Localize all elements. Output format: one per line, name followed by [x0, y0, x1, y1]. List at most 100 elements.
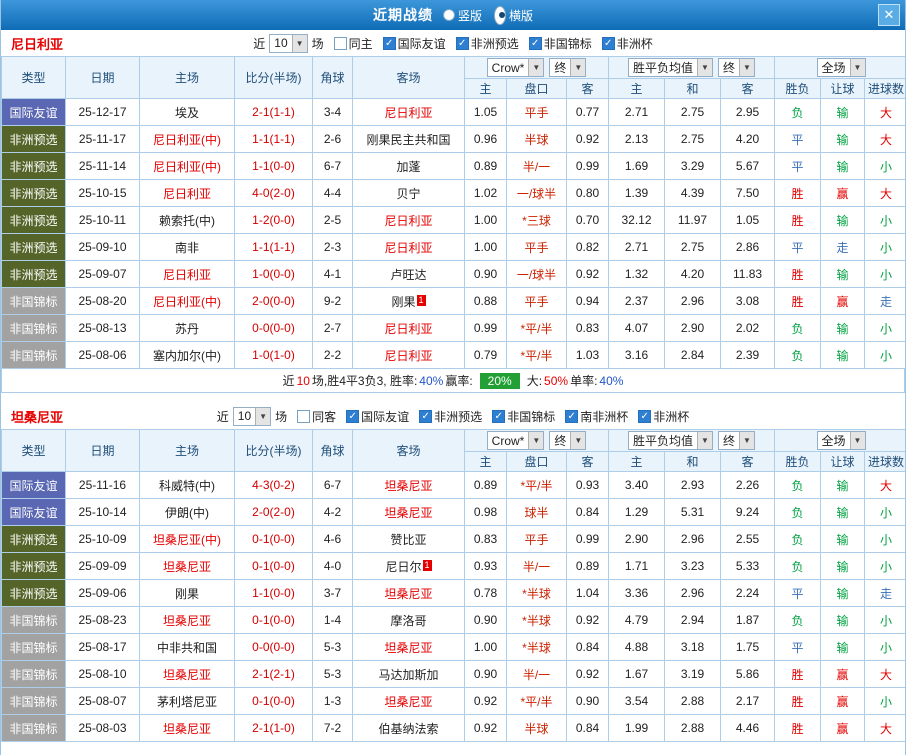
cell-avg-home: 1.39 — [608, 179, 665, 207]
cell-score: 1-0(1-0) — [234, 341, 313, 369]
avg-time-select[interactable]: 终 ▼ — [718, 431, 756, 450]
col-type: 类型 — [1, 56, 66, 99]
checkbox-icon[interactable]: ✓ — [419, 409, 433, 423]
cell-corners: 1-3 — [312, 687, 353, 715]
checkbox-icon[interactable]: ✓ — [601, 36, 615, 50]
cell-score: 0-1(0-0) — [234, 552, 313, 580]
cell-corners: 2-5 — [312, 206, 353, 234]
cell-date: 25-12-17 — [65, 98, 140, 126]
col-avg-home: 主 — [608, 78, 665, 99]
checkbox-label: 同主 — [348, 36, 373, 51]
col-handicap: 盘口 — [506, 78, 567, 99]
cell-odds-home: 0.93 — [464, 552, 507, 580]
col-goals: 进球数 — [864, 78, 905, 99]
radio-label: 竖版 — [457, 8, 482, 23]
checkbox-icon[interactable]: ✓ — [565, 409, 579, 423]
odds-company-select[interactable]: Crow* ▼ — [486, 58, 545, 77]
cell-avg-home: 1.99 — [608, 714, 665, 742]
matches-table: 类型 日期 主场 比分(半场) 角球 客场 Crow* ▼ 终 ▼ 胜平负均值 … — [1, 429, 905, 742]
avg-odds-select[interactable]: 胜平负均值 ▼ — [627, 431, 713, 450]
avg-odds-select[interactable]: 胜平负均值 ▼ — [627, 58, 713, 77]
checkbox-icon[interactable]: ✓ — [382, 36, 396, 50]
checkbox-icon[interactable]: ✓ — [528, 36, 542, 50]
filter-checkbox[interactable]: ✓ 国际友谊 — [382, 35, 446, 52]
view-radio[interactable]: 横版 — [494, 5, 533, 25]
chevron-down-icon: ▼ — [849, 432, 865, 449]
cell-avg-home: 3.40 — [608, 471, 665, 499]
cell-away: 尼日利亚 — [352, 233, 465, 261]
avg-time-select[interactable]: 终 ▼ — [718, 58, 756, 77]
cell-avg-away: 1.87 — [719, 606, 776, 634]
cell-avg-draw: 2.96 — [664, 579, 721, 607]
cell-date: 25-10-14 — [65, 498, 140, 526]
cell-goals: 大 — [864, 125, 905, 153]
radio-icon[interactable] — [442, 9, 455, 21]
cell-handicap-result: 输 — [820, 206, 866, 234]
match-row: 非洲预选 25-09-09 坦桑尼亚 0-1(0-0) 4-0 尼日尔 1 0.93 半/一 0.… — [1, 552, 905, 580]
cell-goals: 大 — [864, 714, 905, 742]
checkbox-icon[interactable] — [333, 36, 347, 50]
cell-odds-away: 0.93 — [566, 471, 609, 499]
scope-select[interactable]: 全场 ▼ — [816, 431, 866, 450]
cell-type: 非国锦标 — [1, 606, 66, 634]
close-button[interactable]: ✕ — [878, 4, 900, 26]
cell-result: 胜 — [774, 206, 822, 234]
cell-result: 胜 — [774, 260, 822, 288]
checkbox-icon[interactable]: ✓ — [492, 409, 506, 423]
cell-handicap: 一/球半 — [506, 260, 567, 288]
filter-checkbox[interactable]: ✓ 非国锦标 — [492, 408, 555, 425]
cell-result: 负 — [774, 314, 822, 342]
cell-type: 非国锦标 — [1, 687, 66, 715]
select-value: 终 — [554, 61, 567, 75]
checkbox-label: 非洲预选 — [434, 409, 483, 424]
cell-date: 25-10-09 — [65, 525, 140, 553]
odds-company-select[interactable]: Crow* ▼ — [486, 431, 545, 450]
cell-result: 胜 — [774, 660, 822, 688]
cell-away: 尼日尔 1 — [352, 552, 465, 580]
filter-checkbox[interactable]: ✓ 国际友谊 — [346, 408, 409, 425]
cell-date: 25-11-16 — [65, 471, 140, 499]
radio-icon[interactable] — [494, 5, 506, 25]
cell-date: 25-08-07 — [65, 687, 140, 715]
cell-goals: 小 — [864, 341, 905, 369]
filter-checkbox[interactable]: ✓ 非洲杯 — [601, 35, 653, 52]
cell-score: 2-0(0-0) — [234, 287, 313, 315]
cell-type: 非洲预选 — [1, 525, 66, 553]
cell-away: 坦桑尼亚 — [352, 498, 465, 526]
filter-checkbox[interactable]: 同主 — [333, 35, 373, 52]
cell-avg-home: 4.79 — [608, 606, 665, 634]
cell-avg-home: 3.36 — [608, 579, 665, 607]
cell-goals: 小 — [864, 606, 905, 634]
cell-away: 坦桑尼亚 — [352, 471, 465, 499]
view-radio[interactable]: 竖版 — [442, 7, 482, 24]
checkbox-icon[interactable] — [297, 409, 311, 423]
recent-count-select[interactable]: 10 ▼ — [232, 406, 272, 426]
filter-checkbox[interactable]: ✓ 非洲杯 — [638, 408, 689, 425]
scope-select[interactable]: 全场 ▼ — [816, 58, 866, 77]
competition-checkboxes: 同客 ✓ 国际友谊 ✓ 非洲预选 ✓ 非国锦标 ✓ 南非洲杯 ✓ 非洲杯 — [291, 408, 689, 425]
checkbox-icon[interactable]: ✓ — [638, 409, 652, 423]
cell-result: 平 — [774, 233, 822, 261]
filter-checkbox[interactable]: ✓ 非国锦标 — [528, 35, 592, 52]
filter-checkbox[interactable]: ✓ 非洲预选 — [455, 35, 519, 52]
cell-type: 非洲预选 — [1, 152, 66, 180]
col-odds-away: 客 — [566, 78, 609, 99]
odds-time-select[interactable]: 终 ▼ — [549, 58, 587, 77]
checkbox-icon[interactable]: ✓ — [346, 409, 360, 423]
checkbox-icon[interactable]: ✓ — [455, 36, 469, 50]
cell-handicap-result: 输 — [820, 341, 866, 369]
cell-goals: 走 — [864, 579, 905, 607]
odds-time-select[interactable]: 终 ▼ — [549, 431, 587, 450]
cell-handicap-result: 输 — [820, 471, 866, 499]
cell-avg-home: 1.29 — [608, 498, 665, 526]
cell-goals: 走 — [864, 287, 905, 315]
cell-avg-away: 2.95 — [719, 98, 776, 126]
team-header-row: 坦桑尼亚 近 10 ▼ 场 同客 ✓ 国际友谊 ✓ 非洲预选 ✓ 非国锦标 ✓ 南非洲杯 ✓ 非洲杯 — [1, 403, 905, 429]
recent-count-select[interactable]: 10 ▼ — [269, 33, 308, 53]
filter-checkbox[interactable]: ✓ 南非洲杯 — [565, 408, 628, 425]
filter-checkbox[interactable]: ✓ 非洲预选 — [419, 408, 482, 425]
match-row: 非洲预选 25-09-06 刚果 1-1(0-0) 3-7 坦桑尼亚 0.78 *半球 1.04… — [1, 579, 905, 607]
filter-checkbox[interactable]: 同客 — [297, 408, 336, 425]
matches-table: 类型 日期 主场 比分(半场) 角球 客场 Crow* ▼ 终 ▼ 胜平负均值 … — [1, 56, 905, 369]
cell-handicap: 平手 — [506, 98, 567, 126]
